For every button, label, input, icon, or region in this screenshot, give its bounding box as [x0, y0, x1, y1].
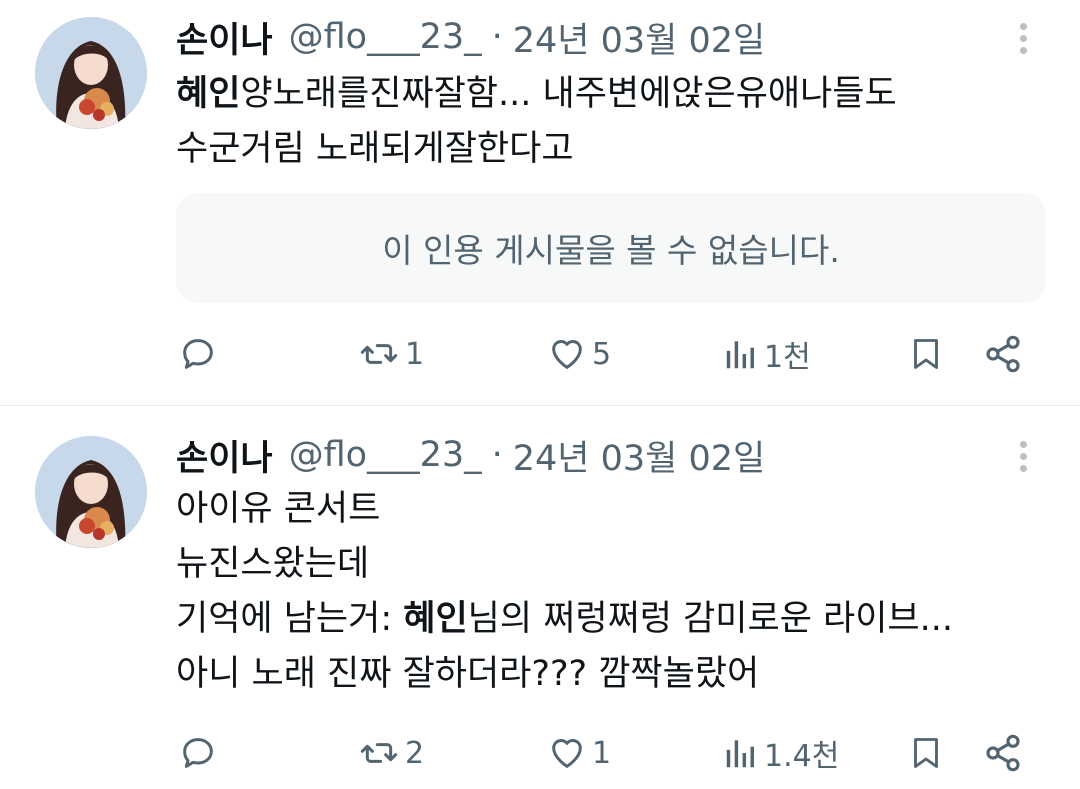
author-name[interactable]: 손이나 [176, 430, 273, 481]
view-count: 1천 [764, 340, 811, 375]
tweet-text: 혜인양노래를진짜잘함... 내주변에앉은유애나들도 수군거림 노래되게잘한다고 [176, 67, 897, 177]
bar-chart-icon [726, 341, 754, 369]
quote-unavailable-box[interactable]: 이 인용 게시물을 볼 수 없습니다. [176, 193, 1046, 303]
share-icon [986, 734, 1020, 772]
retweet-count: 1 [405, 336, 425, 372]
like-count: 1 [592, 735, 612, 771]
heart-icon [552, 739, 582, 768]
tweet-line-text: 님의 쩌렁쩌렁 감미로운 라이브... [467, 599, 954, 639]
like-button[interactable]: 5 [546, 329, 611, 379]
tweet-date[interactable]: 24년 03월 02일 [513, 430, 765, 481]
tweet-line: 기억에 남는거: 혜인님의 쩌렁쩌렁 감미로운 라이브... [176, 592, 953, 647]
avatar[interactable] [35, 17, 147, 129]
quote-unavailable-text: 이 인용 게시물을 볼 수 없습니다. [382, 231, 840, 270]
avatar-image [35, 436, 147, 548]
avatar[interactable] [35, 436, 147, 548]
more-vertical-icon[interactable] [1008, 16, 1038, 60]
views-button[interactable]: 1천 [722, 329, 811, 379]
retweet-button[interactable]: 2 [357, 728, 424, 778]
reply-button[interactable] [178, 329, 218, 379]
heart-icon [552, 340, 582, 369]
reply-button[interactable] [178, 728, 218, 778]
tweet-header: 손이나 @flo___23_ · 24년 03월 02일 [176, 435, 765, 479]
tweet-2[interactable]: 손이나 @flo___23_ · 24년 03월 02일 아이유 콘서트 뉴진스… [0, 406, 1080, 789]
tweet-1[interactable]: 손이나 @flo___23_ · 24년 03월 02일 혜인양노래를진짜잘함.… [0, 0, 1080, 405]
author-handle[interactable]: @flo___23_ [289, 435, 482, 475]
tweet-line: 뉴진스왔는데 [176, 544, 370, 584]
bookmark-icon [914, 339, 938, 369]
retweet-icon [360, 743, 398, 763]
share-button[interactable] [983, 329, 1023, 379]
bookmark-button[interactable] [908, 329, 944, 379]
retweet-count: 2 [405, 735, 425, 771]
author-handle[interactable]: @flo___23_ [289, 17, 482, 57]
more-vertical-icon[interactable] [1008, 434, 1038, 478]
view-count: 1.4천 [764, 739, 840, 774]
bar-chart-icon [726, 740, 754, 768]
tweet-actions: 2 1 1.4천 [0, 728, 1080, 778]
bookmark-button[interactable] [908, 728, 944, 778]
avatar-image [35, 17, 147, 129]
tweet-line: 혜인양노래를진짜잘함... 내주변에앉은유애나들도 [176, 67, 897, 122]
tweet-line: 아니 노래 진짜 잘하더라??? 깜짝놀랐어 [176, 654, 760, 694]
tweet-actions: 1 5 1천 [0, 329, 1080, 379]
separator-dot: · [491, 435, 503, 475]
tweet-line-text: 양노래를진짜잘함... 내주변에앉은유애나들도 [240, 74, 897, 114]
tweet-text: 아이유 콘서트 뉴진스왔는데 기억에 남는거: 혜인님의 쩌렁쩌렁 감미로운 라… [176, 482, 953, 702]
views-button[interactable]: 1.4천 [722, 728, 839, 778]
reply-icon [183, 738, 213, 768]
reply-icon [183, 339, 213, 369]
tweet-line: 아이유 콘서트 [176, 489, 381, 529]
separator-dot: · [491, 17, 503, 57]
author-name[interactable]: 손이나 [176, 12, 273, 63]
like-button[interactable]: 1 [546, 728, 611, 778]
tweet-date[interactable]: 24년 03월 02일 [513, 12, 765, 63]
share-icon [986, 335, 1020, 373]
bookmark-icon [914, 738, 938, 768]
like-count: 5 [592, 336, 612, 372]
mention: 혜인 [403, 599, 468, 639]
share-button[interactable] [983, 728, 1023, 778]
tweet-line-text: 기억에 남는거: [176, 599, 404, 639]
tweet-line: 수군거림 노래되게잘한다고 [176, 129, 574, 169]
retweet-icon [360, 344, 398, 364]
retweet-button[interactable]: 1 [357, 329, 424, 379]
tweet-header: 손이나 @flo___23_ · 24년 03월 02일 [176, 17, 765, 61]
mention: 혜인 [176, 74, 241, 114]
